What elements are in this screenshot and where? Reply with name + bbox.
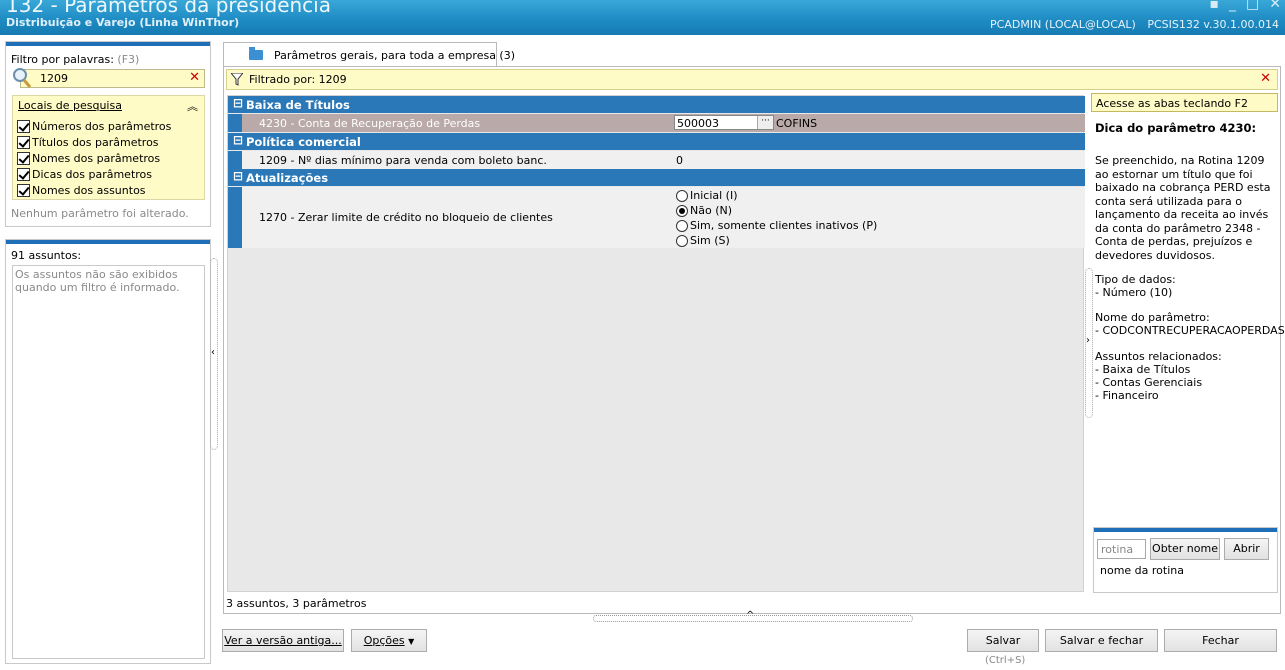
param-row-1270[interactable]: 1270 - Zerar limite de crédito no bloque… xyxy=(228,187,1085,248)
filter-input[interactable]: 1209 ✕ xyxy=(20,69,205,88)
folder-icon xyxy=(249,47,263,60)
radio-button[interactable] xyxy=(676,234,688,247)
chevron-right-icon[interactable]: › xyxy=(1086,335,1090,346)
filter-label: Filtro por palavras: (F3) xyxy=(11,53,140,66)
option-param-numbers[interactable]: Números dos parâmetros xyxy=(17,120,171,133)
group-header[interactable]: ⊟ Baixa de Títulos xyxy=(228,96,1085,113)
help-title: Dica do parâmetro 4230: xyxy=(1095,121,1257,135)
filter-shortcut: (F3) xyxy=(117,53,140,66)
routine-input[interactable] xyxy=(1097,539,1146,559)
subjects-count: 91 assuntos: xyxy=(11,249,82,262)
clear-filter-icon[interactable]: ✕ xyxy=(189,70,200,85)
close-window-icon[interactable]: ✕ xyxy=(1269,0,1281,12)
option-param-titles[interactable]: Títulos dos parâmetros xyxy=(17,136,159,149)
option-param-names[interactable]: Nomes dos parâmetros xyxy=(17,152,160,165)
params-grid: ⊟ Baixa de Títulos 4230 - Conta de Recup… xyxy=(227,95,1085,592)
checkbox[interactable] xyxy=(17,120,30,133)
related-subjects-section: Assuntos relacionados: - Baixa de Título… xyxy=(1095,350,1222,402)
param-value-input[interactable]: 500003 ··· xyxy=(674,115,774,130)
radio-option[interactable]: Sim, somente clientes inativos (P) xyxy=(676,219,877,232)
window-title: 132 - Parâmetros da presidência xyxy=(6,0,331,17)
bottom-splitter[interactable]: ^ xyxy=(593,610,913,622)
help-panel: Acesse as abas teclando F2 Dica do parâm… xyxy=(1091,93,1285,523)
ellipsis-button[interactable]: ··· xyxy=(757,116,773,129)
checkbox[interactable] xyxy=(17,152,30,165)
subjects-list[interactable]: Os assuntos não são exibidos quando um f… xyxy=(12,265,205,659)
window-subtitle: Distribuição e Varejo (Linha WinThor) xyxy=(6,16,240,29)
maximize-icon[interactable]: □ xyxy=(1246,0,1259,12)
tab-label: Parâmetros gerais, para toda a empresa (… xyxy=(274,49,516,62)
checkbox[interactable] xyxy=(17,168,30,181)
save-shortcut: (Ctrl+S) xyxy=(985,655,1026,666)
radio-option[interactable]: Não (N) xyxy=(676,204,732,217)
get-name-button[interactable]: Obter nome xyxy=(1150,538,1220,560)
radio-button[interactable] xyxy=(676,219,688,232)
minimize-icon[interactable]: _ xyxy=(1229,0,1236,12)
search-locations-title[interactable]: Locais de pesquisa xyxy=(18,99,122,112)
param-value[interactable]: 0 xyxy=(676,154,683,167)
radio-option[interactable]: Inicial (I) xyxy=(676,189,738,202)
radio-option[interactable]: Sim (S) xyxy=(676,234,730,247)
filtered-bar: Filtrado por: 1209 ✕ xyxy=(226,69,1278,90)
radio-button-selected[interactable] xyxy=(676,204,688,217)
open-button[interactable]: Abrir xyxy=(1224,538,1269,560)
param-row-1209[interactable]: 1209 - Nº dias mínimo para venda com bol… xyxy=(228,151,1085,169)
help-description: Se preenchido, na Rotina 1209 ao estorna… xyxy=(1095,154,1271,262)
save-close-button[interactable]: Salvar e fechar xyxy=(1045,629,1158,652)
user-label: PCADMIN (LOCAL@LOCAL) xyxy=(990,18,1136,31)
caret-down-icon: ▼ xyxy=(408,637,415,646)
filtered-label: Filtrado por: 1209 xyxy=(249,73,347,86)
tab-general-params[interactable]: Parâmetros gerais, para toda a empresa (… xyxy=(223,42,515,66)
save-button[interactable]: Salvar xyxy=(967,629,1039,652)
funnel-icon xyxy=(231,73,243,86)
search-icon xyxy=(13,68,32,88)
version-label: PCSIS132 v.30.1.00.014 xyxy=(1147,18,1279,31)
window-controls: ▪ _ □ ✕ xyxy=(1210,0,1281,12)
chevron-up-icon[interactable]: ^ xyxy=(746,610,754,621)
status-bar: 3 assuntos, 3 parâmetros xyxy=(226,597,367,610)
options-button[interactable]: Opções ▼ xyxy=(351,629,427,652)
data-type-section: Tipo de dados: - Número (10) xyxy=(1095,273,1176,299)
group-header[interactable]: ⊟ Atualizações xyxy=(228,169,1085,186)
user-info: PCADMIN (LOCAL@LOCAL) PCSIS132 v.30.1.00… xyxy=(982,18,1279,31)
subjects-panel: 91 assuntos: Os assuntos não são exibido… xyxy=(5,239,211,664)
collapse-group-icon[interactable]: ⊟ xyxy=(233,133,243,147)
group-header[interactable]: ⊟ Política comercial xyxy=(228,133,1085,150)
old-version-button[interactable]: Ver a versão antiga... xyxy=(222,629,344,652)
option-param-tips[interactable]: Dicas dos parâmetros xyxy=(17,168,152,181)
title-bar: 132 - Parâmetros da presidência Distribu… xyxy=(0,0,1285,35)
param-name-section: Nome do parâmetro: - CODCONTRECUPERACAOP… xyxy=(1095,311,1285,337)
filter-panel: Filtro por palavras: (F3) 1209 ✕ Locais … xyxy=(5,41,211,227)
param-row-4230[interactable]: 4230 - Conta de Recuperação de Perdas 50… xyxy=(228,114,1085,132)
chevron-left-icon[interactable]: ‹ xyxy=(211,347,215,358)
collapse-icon[interactable]: ︽ xyxy=(187,98,198,114)
restore-icon[interactable]: ▪ xyxy=(1210,0,1220,12)
subjects-message: Os assuntos não são exibidos quando um f… xyxy=(15,268,180,294)
left-splitter[interactable]: ‹ xyxy=(210,258,218,450)
routine-name-label: nome da rotina xyxy=(1100,564,1184,577)
help-hint: Acesse as abas teclando F2 xyxy=(1091,93,1278,112)
radio-button[interactable] xyxy=(676,189,688,202)
routine-panel: Obter nome Abrir nome da rotina xyxy=(1093,527,1278,593)
search-locations: Locais de pesquisa ︽ Números dos parâmet… xyxy=(12,95,205,200)
filter-query[interactable]: 1209 xyxy=(40,72,68,85)
collapse-group-icon[interactable]: ⊟ xyxy=(233,169,243,183)
change-status: Nenhum parâmetro foi alterado. xyxy=(11,207,189,220)
collapse-group-icon[interactable]: ⊟ xyxy=(233,96,243,110)
checkbox[interactable] xyxy=(17,136,30,149)
clear-filtered-icon[interactable]: ✕ xyxy=(1260,71,1271,86)
checkbox[interactable] xyxy=(17,184,30,197)
option-subject-names[interactable]: Nomes dos assuntos xyxy=(17,184,146,197)
close-button[interactable]: Fechar xyxy=(1164,629,1277,652)
param-extra: COFINS xyxy=(776,117,818,130)
